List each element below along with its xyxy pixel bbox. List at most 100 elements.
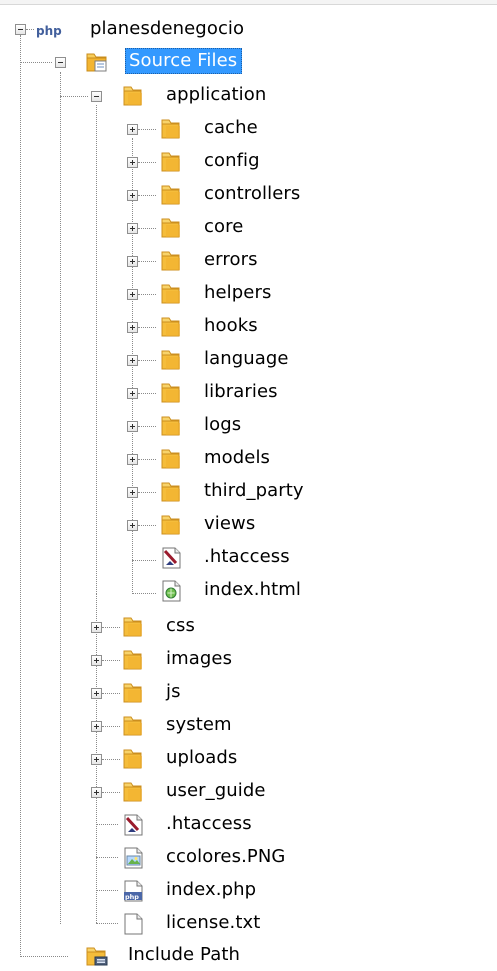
tree-item-label: views [204,513,256,534]
tree-item-label: .htaccess [204,546,290,567]
project-node[interactable]: php planesdenegocio [0,14,260,44]
include-path-label: Include Path [128,944,240,965]
tree-item-index-php[interactable]: php index.php [0,876,330,906]
expand-toggle-icon[interactable] [127,520,138,531]
expand-toggle-icon[interactable] [127,256,138,267]
include-path-icon [84,943,110,969]
source-files-node[interactable]: Source Files [0,47,300,77]
expand-toggle-icon[interactable] [127,190,138,201]
tree-item-label: third_party [204,480,304,501]
tree-item-label: libraries [204,381,278,402]
tree-item-errors[interactable]: errors [0,246,360,276]
collapse-toggle-icon[interactable] [91,91,102,102]
source-files-folder-icon [84,49,110,75]
tree-branch-child [138,129,156,130]
tree-item-logs[interactable]: logs [0,411,360,441]
tree-item-label: helpers [204,282,272,303]
expand-toggle-icon[interactable] [91,754,102,765]
folder-icon [158,512,184,538]
application-node[interactable]: application [0,81,300,111]
folder-icon [120,779,146,805]
html-file-icon [158,578,184,604]
collapse-toggle-icon[interactable] [15,24,26,35]
folder-icon [158,446,184,472]
tree-item-label: logs [204,414,242,435]
expand-toggle-icon[interactable] [91,721,102,732]
expand-toggle-icon[interactable] [127,421,138,432]
tree-branch-child [102,792,120,793]
expand-toggle-icon[interactable] [127,355,138,366]
expand-toggle-icon[interactable] [127,454,138,465]
tree-item-index-html[interactable]: index.html [0,576,360,606]
tree-branch-child [138,360,156,361]
tree-item-label: models [204,447,271,468]
tree-item-system[interactable]: system [0,711,330,741]
tree-item-views[interactable]: views [0,510,360,540]
expand-toggle-icon[interactable] [127,289,138,300]
tree-item-hooks[interactable]: hooks [0,312,360,342]
image-file-icon [120,845,146,871]
tree-item-images[interactable]: images [0,645,330,675]
tree-branch-child [138,327,156,328]
folder-icon [120,746,146,772]
tree-item-libraries[interactable]: libraries [0,378,360,408]
application-label: application [166,84,267,105]
expand-toggle-icon[interactable] [127,157,138,168]
svg-text:php: php [36,24,62,38]
tree-item-label: core [204,216,244,237]
tree-item-config[interactable]: config [0,147,360,177]
tree-item-label: css [166,615,195,636]
expand-toggle-icon[interactable] [127,322,138,333]
folder-icon [158,413,184,439]
tree-item-label: js [166,681,181,702]
tree-branch-child [138,162,156,163]
expand-toggle-icon[interactable] [127,124,138,135]
tree-item-third-party[interactable]: third_party [0,477,360,507]
expand-toggle-icon[interactable] [127,388,138,399]
tree-item-models[interactable]: models [0,444,360,474]
expand-toggle-icon[interactable] [91,787,102,798]
include-path-node[interactable]: Include Path [0,941,320,971]
htaccess-file-icon [120,812,146,838]
expand-toggle-icon[interactable] [91,688,102,699]
expand-toggle-icon[interactable] [127,487,138,498]
tree-item-js[interactable]: js [0,678,330,708]
tree-item-app-htaccess[interactable]: .htaccess [0,543,360,573]
tree-item-uploads[interactable]: uploads [0,744,330,774]
tree-branch-child [102,759,120,760]
tree-branch-child [102,660,120,661]
tree-item-helpers[interactable]: helpers [0,279,360,309]
text-file-icon [120,911,146,937]
tree-branch-child [138,525,156,526]
expand-toggle-icon[interactable] [127,223,138,234]
tree-item-user-guide[interactable]: user_guide [0,777,330,807]
tree-item-license[interactable]: license.txt [0,909,330,939]
tree-item-label: cache [204,117,258,138]
tree-item-cache[interactable]: cache [0,114,360,144]
tree-branch-project-badge [26,29,34,30]
folder-icon [158,248,184,274]
tree-branch-child [138,195,156,196]
expand-toggle-icon[interactable] [91,655,102,666]
tree-branch-child [102,627,120,628]
tree-item-label: images [166,648,233,669]
svg-text:php: php [125,893,139,901]
collapse-toggle-icon[interactable] [55,57,66,68]
tree-item-ccolores[interactable]: ccolores.PNG [0,843,330,873]
folder-icon [120,614,146,640]
tree-item-language[interactable]: language [0,345,360,375]
tree-item-label: controllers [204,183,301,204]
tree-item-root-htaccess[interactable]: .htaccess [0,810,330,840]
tree-item-controllers[interactable]: controllers [0,180,360,210]
tree-item-core[interactable]: core [0,213,360,243]
folder-icon [158,380,184,406]
tree-item-label: index.html [204,579,301,600]
expand-toggle-icon[interactable] [91,622,102,633]
tree-item-css[interactable]: css [0,612,330,642]
folder-icon [120,713,146,739]
tree-branch-child [102,693,120,694]
folder-icon [158,347,184,373]
tree-item-label: .htaccess [166,813,252,834]
tree-branch-child [138,393,156,394]
tree-item-label: user_guide [166,780,266,801]
